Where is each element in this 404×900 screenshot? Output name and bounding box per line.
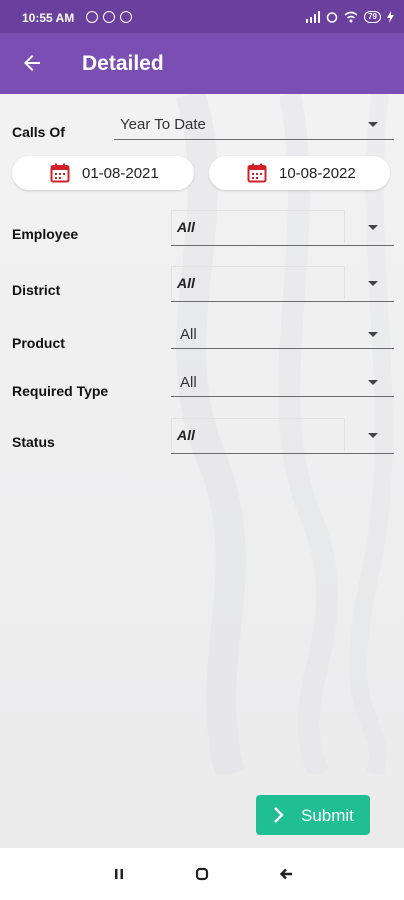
submit-button[interactable]: Submit xyxy=(256,795,370,835)
submit-label: Submit xyxy=(301,806,354,825)
home-icon[interactable] xyxy=(193,866,211,882)
calls-of-label: Calls Of xyxy=(12,124,65,140)
employee-dropdown[interactable]: All xyxy=(171,210,394,246)
status-time: 10:55 AM xyxy=(22,11,75,25)
calendar-icon xyxy=(50,163,70,183)
battery-icon: 79 xyxy=(364,11,381,23)
employee-value: All xyxy=(177,219,195,235)
required-type-label: Required Type xyxy=(12,383,109,399)
system-nav-bar xyxy=(0,848,404,900)
date-from-text: 01-08-2021 xyxy=(82,165,159,182)
app-bar: Detailed xyxy=(0,33,404,94)
status-value: All xyxy=(177,427,195,443)
wifi-icon xyxy=(344,11,358,23)
chevron-down-icon xyxy=(368,380,378,385)
page-title: Detailed xyxy=(82,52,164,75)
back-icon[interactable] xyxy=(277,866,295,882)
employee-label: Employee xyxy=(12,226,79,242)
clock-icon xyxy=(86,11,98,23)
district-value: All xyxy=(177,275,195,291)
district-dropdown[interactable]: All xyxy=(171,266,394,302)
employee-input-box xyxy=(171,210,345,243)
district-input-box xyxy=(171,266,345,299)
chevron-down-icon xyxy=(368,122,378,127)
status-input-box xyxy=(171,418,345,451)
chevron-down-icon xyxy=(368,281,378,286)
status-label: Status xyxy=(12,434,55,450)
district-label: District xyxy=(12,282,61,298)
sync-icon xyxy=(103,11,115,23)
recents-icon[interactable] xyxy=(110,866,128,882)
product-value: All xyxy=(180,326,197,343)
signal-icon xyxy=(306,11,321,23)
alarm-icon xyxy=(326,12,338,23)
date-from-button[interactable]: 01-08-2021 xyxy=(12,156,194,190)
charging-icon xyxy=(387,11,394,23)
arrow-left-icon[interactable] xyxy=(20,51,44,75)
required-type-value: All xyxy=(180,374,197,391)
no-disturb-icon xyxy=(120,11,132,23)
status-bar: 10:55 AM 79 xyxy=(0,0,404,33)
calendar-icon xyxy=(247,163,267,183)
status-dropdown[interactable]: All xyxy=(171,418,394,454)
calls-of-value: Year To Date xyxy=(120,116,206,133)
chevron-down-icon xyxy=(368,225,378,230)
product-dropdown[interactable]: All xyxy=(171,318,394,349)
calls-of-dropdown[interactable]: Year To Date xyxy=(114,109,394,140)
chevron-down-icon xyxy=(368,433,378,438)
date-to-text: 10-08-2022 xyxy=(279,165,356,182)
product-label: Product xyxy=(12,335,65,351)
required-type-dropdown[interactable]: All xyxy=(171,366,394,397)
chevron-right-icon xyxy=(274,807,284,823)
date-to-button[interactable]: 10-08-2022 xyxy=(209,156,390,190)
chevron-down-icon xyxy=(368,332,378,337)
